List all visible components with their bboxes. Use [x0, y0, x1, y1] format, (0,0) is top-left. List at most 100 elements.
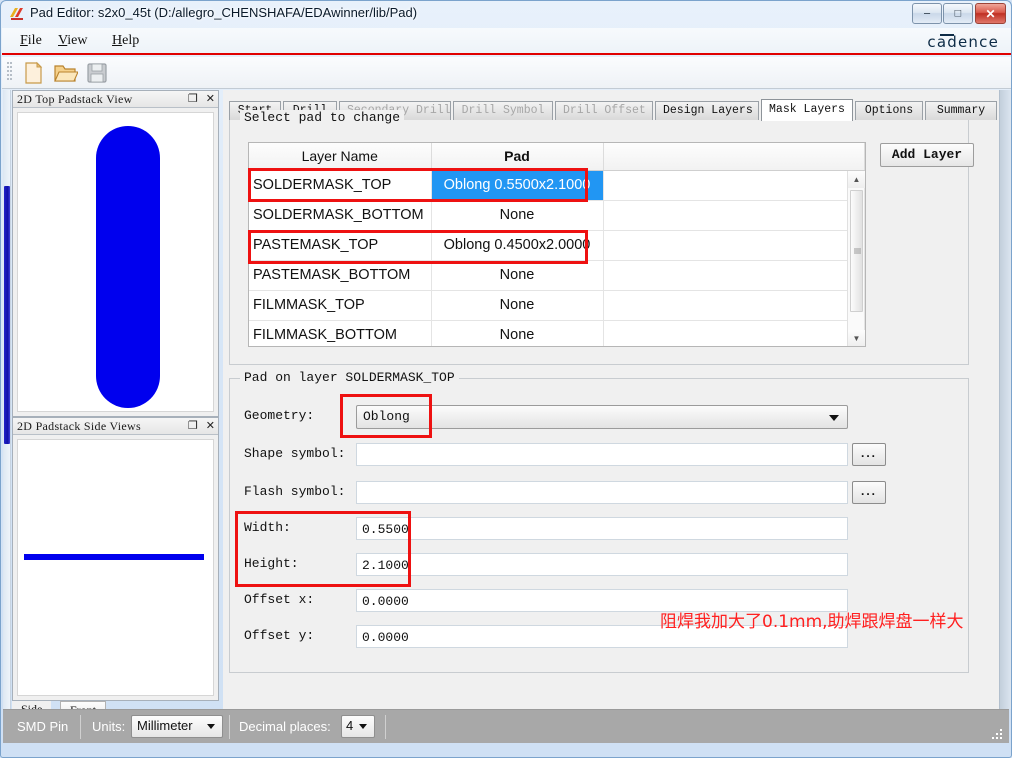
width-label: Width:: [244, 520, 291, 535]
shape-symbol-input[interactable]: [356, 443, 848, 466]
tab-mask-layers[interactable]: Mask Layers: [761, 99, 853, 121]
height-input[interactable]: 2.1000: [356, 553, 848, 576]
top-padstack-view-title: 2D Top Padstack View: [17, 92, 133, 106]
cadence-macron: [940, 34, 955, 36]
cell-layer-name[interactable]: FILMMASK_TOP: [249, 290, 432, 321]
cadence-wordmark: cadence: [927, 33, 999, 51]
scroll-down-icon[interactable]: ▼: [848, 330, 865, 346]
tab-drill-symbol[interactable]: Drill Symbol: [453, 101, 553, 120]
toolbar-grip[interactable]: [7, 62, 12, 84]
status-separator: [385, 715, 386, 739]
open-folder-button[interactable]: [52, 61, 79, 85]
column-header-layer-name[interactable]: Layer Name: [249, 143, 432, 171]
cell-layer-name[interactable]: PASTEMASK_BOTTOM: [249, 260, 432, 291]
menu-item-view[interactable]: View: [52, 32, 94, 50]
select-pad-legend: Select pad to change: [240, 110, 405, 125]
shape-symbol-browse-button[interactable]: ...: [852, 443, 886, 466]
decimal-places-label: Decimal places:: [239, 719, 331, 734]
side-views-canvas[interactable]: [17, 439, 214, 696]
float-panel-icon[interactable]: ❐: [188, 420, 198, 432]
cell-pad-value[interactable]: None: [431, 200, 604, 231]
open-folder-icon: [54, 65, 79, 82]
field-row-geometry: Geometry: Oblong: [244, 405, 944, 429]
menu-help-rest: elp: [122, 33, 140, 48]
top-padstack-view-panel: 2D Top Padstack View ❐ ✕: [12, 90, 219, 417]
side-views-header: 2D Padstack Side Views ❐ ✕: [13, 418, 218, 435]
table-row[interactable]: SOLDERMASK_TOP Oblong 0.5500x2.1000: [249, 170, 865, 201]
left-scrollbar-thumb[interactable]: [4, 186, 10, 444]
maximize-icon: □: [954, 7, 962, 19]
decimal-places-value: 4: [346, 718, 354, 733]
flash-symbol-input[interactable]: [356, 481, 848, 504]
cell-layer-name[interactable]: SOLDERMASK_TOP: [249, 170, 432, 201]
cell-layer-name[interactable]: PASTEMASK_TOP: [249, 230, 432, 261]
menu-file-mnemonic: F: [20, 33, 28, 48]
decimal-places-select[interactable]: 4: [341, 715, 375, 738]
column-header-pad[interactable]: Pad: [431, 143, 604, 171]
left-dock-pane: 2D Top Padstack View ❐ ✕ 2D Padstack Sid…: [3, 90, 219, 718]
cell-pad-value[interactable]: Oblong 0.5500x2.1000: [431, 170, 604, 201]
save-icon: [87, 63, 107, 83]
units-select[interactable]: Millimeter: [131, 715, 223, 738]
table-vertical-scrollbar[interactable]: ▲ ▼: [847, 171, 865, 346]
table-row[interactable]: SOLDERMASK_BOTTOM None: [249, 200, 865, 231]
chevron-down-icon: [829, 415, 839, 421]
menu-bar: File View Help cadence: [2, 28, 1011, 55]
float-panel-icon[interactable]: ❐: [188, 93, 198, 105]
width-input[interactable]: 0.5500: [356, 517, 848, 540]
tab-summary[interactable]: Summary: [925, 101, 997, 120]
menu-item-help[interactable]: Help: [106, 32, 145, 50]
close-panel-icon[interactable]: ✕: [206, 93, 215, 105]
units-label: Units:: [92, 719, 126, 734]
menu-help-mnemonic: H: [112, 33, 123, 48]
cadence-logo: cadence: [927, 33, 999, 51]
cell-layer-name[interactable]: SOLDERMASK_BOTTOM: [249, 200, 432, 231]
cell-blank: [603, 170, 865, 201]
cell-pad-value[interactable]: Oblong 0.4500x2.0000: [431, 230, 604, 261]
maximize-button[interactable]: □: [943, 3, 973, 24]
table-row[interactable]: FILMMASK_TOP None: [249, 290, 865, 321]
field-row-flash-symbol: Flash symbol: ...: [244, 481, 944, 505]
minimize-icon: –: [923, 7, 931, 19]
add-layer-button[interactable]: Add Layer: [880, 143, 974, 167]
new-file-button[interactable]: [20, 61, 46, 85]
cell-pad-value[interactable]: None: [431, 320, 604, 346]
table-row[interactable]: PASTEMASK_BOTTOM None: [249, 260, 865, 291]
menu-file-rest: ile: [27, 33, 42, 48]
pad-editor-window: Pad Editor: s2x0_45t (D:/allegro_CHENSHA…: [0, 0, 1012, 758]
mask-layer-table[interactable]: Layer Name Pad SOLDERMASK_TOP Oblong 0.5…: [248, 142, 866, 347]
app-icon: [10, 8, 23, 20]
minimize-button[interactable]: –: [912, 3, 942, 24]
field-row-shape-symbol: Shape symbol: ...: [244, 443, 944, 467]
left-vertical-scrollbar[interactable]: [3, 90, 11, 709]
tab-design-layers[interactable]: Design Layers: [655, 101, 759, 120]
title-bar: Pad Editor: s2x0_45t (D:/allegro_CHENSHA…: [1, 1, 1011, 28]
pad-side-profile-line: [24, 554, 204, 560]
chevron-down-icon: [359, 724, 367, 729]
right-scroll-rail[interactable]: [999, 90, 1011, 709]
menu-item-file[interactable]: File: [14, 32, 48, 50]
status-bar: SMD Pin Units: Millimeter Decimal places…: [3, 709, 1009, 743]
chevron-down-icon: [207, 724, 215, 729]
cell-pad-value[interactable]: None: [431, 260, 604, 291]
tab-options[interactable]: Options: [855, 101, 923, 120]
tab-drill-offset[interactable]: Drill Offset: [555, 101, 653, 120]
cell-blank: [603, 230, 865, 261]
close-button[interactable]: ✕: [975, 3, 1006, 24]
flash-symbol-browse-button[interactable]: ...: [852, 481, 886, 504]
table-scrollbar-thumb[interactable]: [850, 190, 863, 312]
scroll-up-icon[interactable]: ▲: [848, 171, 865, 188]
resize-grip-icon[interactable]: [992, 729, 1003, 740]
table-row[interactable]: PASTEMASK_TOP Oblong 0.4500x2.0000: [249, 230, 865, 261]
geometry-select[interactable]: Oblong: [356, 405, 848, 429]
column-header-blank[interactable]: [603, 143, 865, 171]
save-button[interactable]: [84, 61, 110, 85]
table-row[interactable]: FILMMASK_BOTTOM None: [249, 320, 865, 346]
cell-blank: [603, 200, 865, 231]
cell-pad-value[interactable]: None: [431, 290, 604, 321]
cell-layer-name[interactable]: FILMMASK_BOTTOM: [249, 320, 432, 346]
top-padstack-view-canvas[interactable]: [17, 112, 214, 412]
cell-blank: [603, 320, 865, 346]
close-panel-icon[interactable]: ✕: [206, 420, 215, 432]
table-header-row: Layer Name Pad: [249, 143, 865, 171]
